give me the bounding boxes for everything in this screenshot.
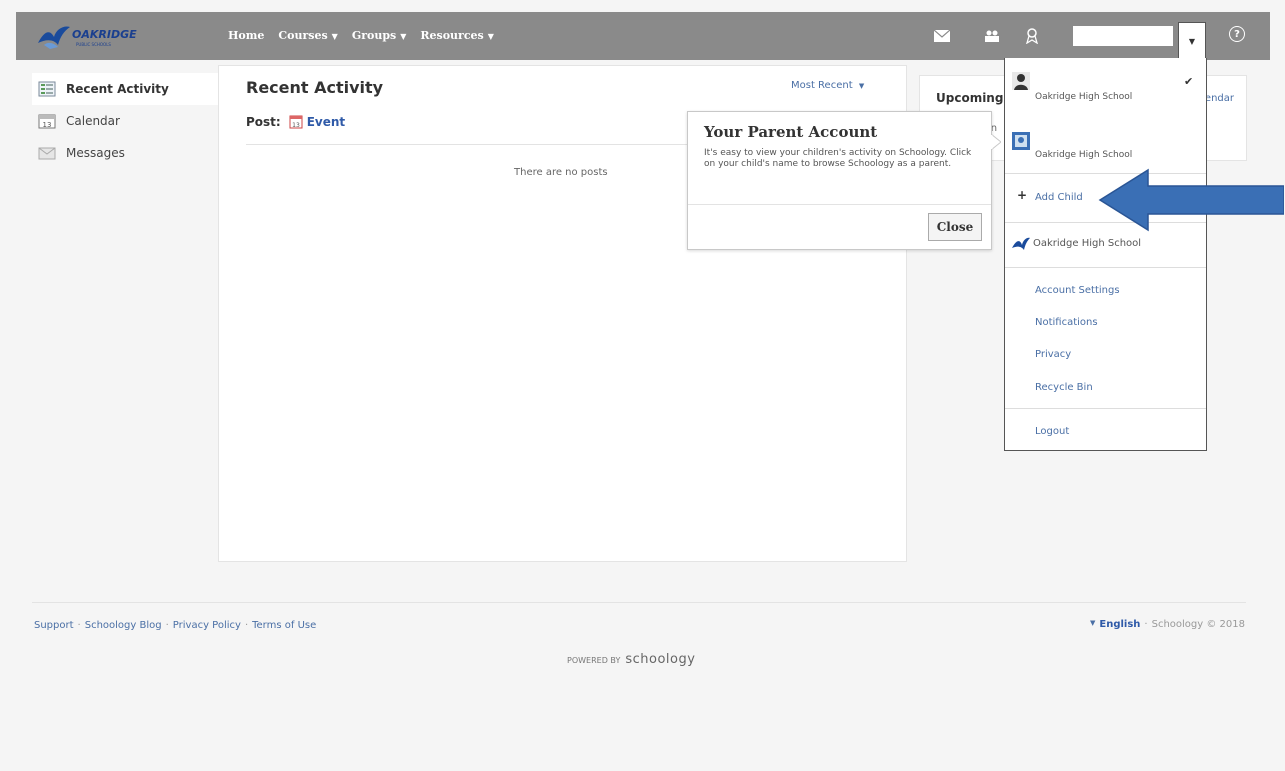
logout-link[interactable]: Logout [1035,426,1069,437]
divider [1005,267,1206,268]
nav-groups-label: Groups [351,29,397,42]
sidebar-item-label: Recent Activity [66,82,169,96]
nav-home[interactable]: Home [228,29,264,42]
logo-text: OAKRIDGE [72,28,137,41]
support-link[interactable]: Support [34,620,74,631]
svg-text:13: 13 [43,121,52,129]
sidebar-item-messages[interactable]: Messages [32,137,218,169]
schoology-brand-logo: schoology [625,652,696,667]
post-bar: Post: 13 Event [246,115,345,129]
chevron-down-icon: ▼ [487,31,494,41]
annotation-arrow-icon [1098,168,1284,232]
sidebar-item-label: Calendar [66,114,120,128]
oakridge-bird-icon [1012,237,1030,250]
notifications-link[interactable]: Notifications [1035,317,1098,328]
divider [688,204,991,205]
popover-pointer-icon [991,134,1001,150]
left-sidebar: Recent Activity 13 Calendar Messages [32,73,218,169]
sidebar-item-recent-activity[interactable]: Recent Activity [32,73,218,105]
chevron-down-icon: ▼ [1188,37,1196,46]
recycle-bin-link[interactable]: Recycle Bin [1035,382,1093,393]
nav-resources[interactable]: Resources ▼ [420,29,494,42]
separator: · [165,620,169,631]
empty-state-text: There are no posts [514,167,608,178]
divider [1005,408,1206,409]
close-button[interactable]: Close [928,213,982,241]
popover-title: Your Parent Account [704,123,878,141]
account-item-child[interactable]: Oakridge High School [1005,114,1206,174]
footer-links: Support · Schoology Blog · Privacy Polic… [34,620,316,631]
privacy-policy-link[interactable]: Privacy Policy [173,620,241,631]
account-dropdown-menu: Oakridge High School ✔ Oakridge High Sch… [1004,58,1207,451]
chevron-down-icon: ▼ [858,82,865,90]
account-school-label: Oakridge High School [1035,92,1133,102]
account-menu-button[interactable]: ▼ [1178,22,1206,60]
powered-by: POWERED BY schoology [567,652,695,667]
help-icon[interactable]: ? [1229,26,1245,42]
copyright-text: Schoology © 2018 [1151,619,1245,630]
chevron-down-icon: ▼ [1089,619,1096,627]
child-photo-icon [1012,132,1030,150]
account-item-parent[interactable]: Oakridge High School ✔ [1005,58,1206,114]
nav-home-label: Home [228,29,265,42]
nav-resources-label: Resources [420,29,484,42]
event-calendar-icon: 13 [289,115,303,129]
calendar-icon: 13 [38,114,56,129]
add-child-label: Add Child [1035,192,1083,203]
popover-body: It's easy to view your children's activi… [704,148,972,169]
oakridge-logo[interactable]: OAKRIDGE PUBLIC SCHOOLS [36,21,166,51]
oakridge-bird-icon [38,26,70,49]
account-school-label: Oakridge High School [1035,150,1133,160]
plus-icon: + [1017,188,1028,202]
page-title: Recent Activity [246,78,384,97]
separator: · [1144,619,1148,630]
nav-courses[interactable]: Courses ▼ [278,29,337,42]
schoology-blog-link[interactable]: Schoology Blog [85,620,162,631]
logo-subtext: PUBLIC SCHOOLS [76,42,111,47]
language-selector[interactable]: English [1099,619,1140,630]
upcoming-title: Upcoming [936,91,1004,105]
people-icon[interactable] [982,26,1002,46]
sort-dropdown[interactable]: Most Recent ▼ [791,80,864,91]
terms-of-use-link[interactable]: Terms of Use [252,620,316,631]
chevron-down-icon: ▼ [400,31,407,41]
badge-icon[interactable] [1022,26,1042,46]
sidebar-item-label: Messages [66,146,125,160]
account-settings-link[interactable]: Account Settings [1035,285,1120,296]
parent-account-popover: Your Parent Account It's easy to view yo… [687,111,1001,250]
footer-divider [32,602,1246,603]
separator: · [77,620,81,631]
powered-by-label: POWERED BY [567,656,621,665]
separator: · [244,620,249,631]
checkmark-icon: ✔ [1184,75,1194,88]
sort-label: Most Recent [791,80,853,91]
messages-icon [38,147,56,160]
organization-label: Oakridge High School [1033,238,1142,249]
top-navigation-bar: OAKRIDGE PUBLIC SCHOOLS Home Courses ▼ Gr… [16,12,1270,60]
post-label: Post: [246,115,281,129]
privacy-link[interactable]: Privacy [1035,349,1071,360]
person-icon [1012,72,1030,90]
svg-text:13: 13 [292,122,300,129]
nav-courses-label: Courses [278,29,328,42]
post-event-button[interactable]: Event [307,115,345,129]
nav-groups[interactable]: Groups ▼ [352,29,407,42]
chevron-down-icon: ▼ [331,31,338,41]
user-name-box[interactable] [1073,26,1173,46]
upcoming-calendar-link[interactable]: Calendar [1204,93,1234,104]
activity-icon [38,81,56,97]
footer-right: ▼ English · Schoology © 2018 [1090,619,1245,630]
mail-icon[interactable] [932,26,952,46]
main-nav: Home Courses ▼ Groups ▼ Resources ▼ [228,29,494,42]
sidebar-item-calendar[interactable]: 13 Calendar [32,105,218,137]
